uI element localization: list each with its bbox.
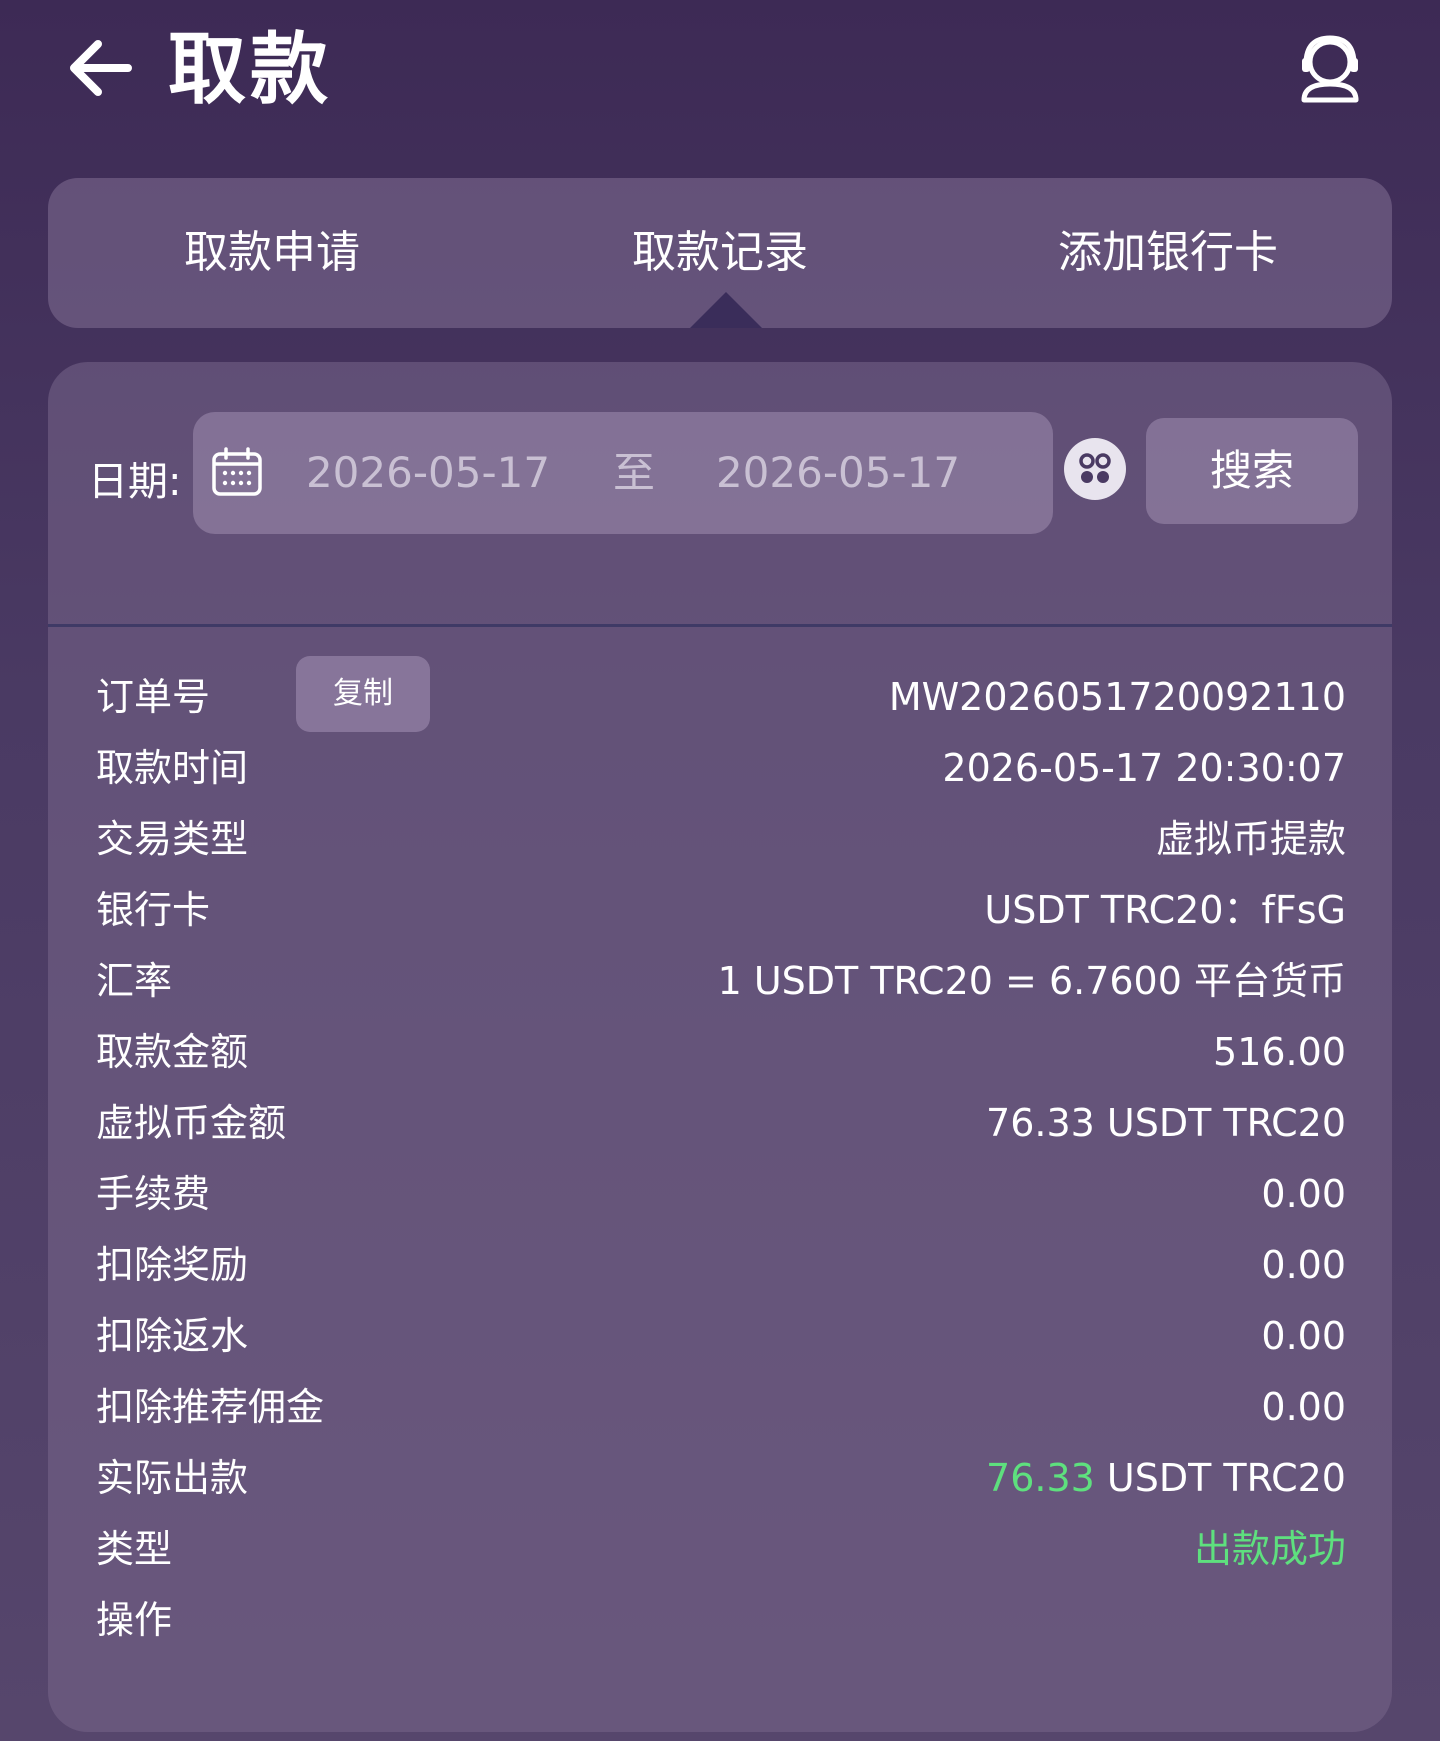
deduct-commission-label: 扣除推荐佣金	[96, 1385, 325, 1429]
top-bar: 取款	[0, 0, 1440, 150]
page-title: 取款	[168, 25, 333, 115]
deduct-commission-value: 0.00	[1261, 1385, 1346, 1429]
deduct-rebate-label: 扣除返水	[96, 1314, 249, 1358]
row-bank-card: 银行卡 USDT TRC20：fFsG	[96, 875, 1346, 945]
end-date[interactable]: 2026-05-17	[713, 438, 963, 508]
row-transaction-type: 交易类型 虚拟币提款	[96, 804, 1346, 874]
row-withdraw-time: 取款时间 2026-05-17 20:30:07	[96, 733, 1346, 803]
actual-payout-value: 76.33 USDT TRC20	[986, 1443, 1346, 1513]
crypto-amount-value: 76.33 USDT TRC20	[986, 1101, 1346, 1145]
row-actual-payout: 实际出款 76.33 USDT TRC20	[96, 1443, 1346, 1513]
calendar-icon	[212, 447, 262, 496]
fee-value: 0.00	[1261, 1172, 1346, 1216]
bank-card-label: 银行卡	[96, 888, 211, 932]
withdraw-amount-label: 取款金额	[96, 1030, 249, 1074]
row-order-number: 订单号 复制 MW2026051720092110	[96, 656, 1346, 732]
date-range-picker[interactable]: 2026-05-17 至 2026-05-17	[193, 412, 1053, 534]
active-tab-indicator	[690, 292, 762, 328]
deduct-rebate-value: 0.00	[1261, 1314, 1346, 1358]
customer-service-button[interactable]	[1290, 30, 1370, 110]
status-badge: 出款成功	[1193, 1527, 1346, 1571]
withdraw-time-label: 取款时间	[96, 746, 249, 790]
row-deduct-commission: 扣除推荐佣金 0.00	[96, 1372, 1346, 1442]
tab-withdraw-request[interactable]: 取款申请	[48, 178, 496, 328]
withdraw-amount-value: 516.00	[1213, 1030, 1346, 1074]
bank-card-value: USDT TRC20：fFsG	[984, 888, 1346, 932]
row-exchange-rate: 汇率 1 USDT TRC20 = 6.7600 平台货币	[96, 946, 1346, 1016]
row-crypto-amount: 虚拟币金额 76.33 USDT TRC20	[96, 1088, 1346, 1158]
back-button[interactable]	[62, 28, 142, 108]
withdraw-time-value: 2026-05-17 20:30:07	[942, 746, 1346, 790]
row-fee: 手续费 0.00	[96, 1159, 1346, 1229]
actual-payout-amount: 76.33	[986, 1456, 1095, 1500]
row-deduct-bonus: 扣除奖励 0.00	[96, 1230, 1346, 1300]
actual-payout-unit: USDT TRC20	[1094, 1456, 1346, 1500]
order-number-label: 订单号	[96, 675, 211, 719]
deduct-bonus-label: 扣除奖励	[96, 1243, 249, 1287]
divider	[48, 624, 1392, 627]
tab-add-bank-card[interactable]: 添加银行卡	[944, 178, 1392, 328]
actual-payout-label: 实际出款	[96, 1456, 249, 1500]
copy-button[interactable]: 复制	[296, 656, 430, 732]
date-label: 日期:	[88, 459, 182, 505]
start-date[interactable]: 2026-05-17	[303, 438, 553, 508]
crypto-amount-label: 虚拟币金额	[96, 1101, 287, 1145]
records-panel: 日期: 2026-05-17 至 2026-05-17 搜索 订单号 复制 MW…	[48, 362, 1392, 1732]
row-action: 操作	[96, 1585, 1346, 1655]
exchange-rate-value: 1 USDT TRC20 = 6.7600 平台货币	[717, 959, 1346, 1003]
quick-select-button[interactable]	[1064, 438, 1126, 500]
deduct-bonus-value: 0.00	[1261, 1243, 1346, 1287]
fee-label: 手续费	[96, 1172, 211, 1216]
search-button[interactable]: 搜索	[1146, 418, 1358, 524]
exchange-rate-label: 汇率	[96, 959, 173, 1003]
action-label: 操作	[96, 1598, 173, 1642]
arrow-left-icon	[70, 40, 132, 96]
customer-service-icon	[1301, 35, 1359, 103]
date-separator: 至	[613, 448, 656, 497]
order-number-value: MW2026051720092110	[888, 675, 1346, 719]
row-withdraw-amount: 取款金额 516.00	[96, 1017, 1346, 1087]
status-label: 类型	[96, 1527, 173, 1571]
transaction-type-value: 虚拟币提款	[1155, 817, 1346, 861]
transaction-type-label: 交易类型	[96, 817, 249, 861]
row-status: 类型 出款成功	[96, 1514, 1346, 1584]
grid-dots-icon	[1079, 453, 1111, 483]
row-deduct-rebate: 扣除返水 0.00	[96, 1301, 1346, 1371]
